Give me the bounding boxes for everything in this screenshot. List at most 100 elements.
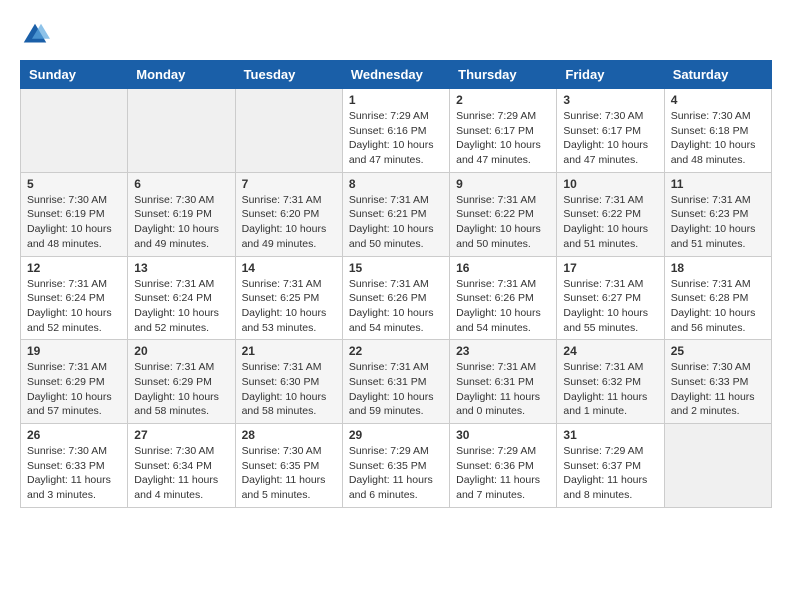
calendar-header-row: SundayMondayTuesdayWednesdayThursdayFrid… [21, 61, 772, 89]
day-info: Sunrise: 7:29 AM Sunset: 6:37 PM Dayligh… [563, 444, 657, 503]
day-info: Sunrise: 7:30 AM Sunset: 6:33 PM Dayligh… [27, 444, 121, 503]
day-info: Sunrise: 7:31 AM Sunset: 6:22 PM Dayligh… [456, 193, 550, 252]
day-info: Sunrise: 7:29 AM Sunset: 6:16 PM Dayligh… [349, 109, 443, 168]
table-row: 14 Sunrise: 7:31 AM Sunset: 6:25 PM Dayli… [235, 256, 342, 340]
day-number: 25 [671, 344, 765, 358]
table-row: 25 Sunrise: 7:30 AM Sunset: 6:33 PM Dayli… [664, 340, 771, 424]
table-row: 9Sunrise: 7:31 AM Sunset: 6:22 PM Daylig… [450, 172, 557, 256]
day-number: 24 [563, 344, 657, 358]
day-number: 17 [563, 261, 657, 275]
table-row: 17 Sunrise: 7:31 AM Sunset: 6:27 PM Dayli… [557, 256, 664, 340]
day-info: Sunrise: 7:30 AM Sunset: 6:19 PM Dayligh… [134, 193, 228, 252]
day-info: Sunrise: 7:31 AM Sunset: 6:27 PM Dayligh… [563, 277, 657, 336]
day-info: Sunrise: 7:31 AM Sunset: 6:32 PM Dayligh… [563, 360, 657, 419]
table-row [128, 89, 235, 173]
table-row: 4 Sunrise: 7:30 AM Sunset: 6:18 PM Daylig… [664, 89, 771, 173]
day-number: 3 [563, 93, 657, 107]
calendar-table: SundayMondayTuesdayWednesdayThursdayFrid… [20, 60, 772, 508]
day-info: Sunrise: 7:31 AM Sunset: 6:22 PM Dayligh… [563, 193, 657, 252]
day-number: 26 [27, 428, 121, 442]
header-saturday: Saturday [664, 61, 771, 89]
table-row: 29Sunrise: 7:29 AM Sunset: 6:35 PM Dayli… [342, 424, 449, 508]
header-monday: Monday [128, 61, 235, 89]
day-info: Sunrise: 7:31 AM Sunset: 6:31 PM Dayligh… [456, 360, 550, 419]
day-number: 4 [671, 93, 765, 107]
header-friday: Friday [557, 61, 664, 89]
calendar-week-row: 19 Sunrise: 7:31 AM Sunset: 6:29 PM Dayli… [21, 340, 772, 424]
day-number: 22 [349, 344, 443, 358]
day-number: 18 [671, 261, 765, 275]
day-number: 21 [242, 344, 336, 358]
day-number: 20 [134, 344, 228, 358]
calendar-week-row: 26 Sunrise: 7:30 AM Sunset: 6:33 PM Dayli… [21, 424, 772, 508]
day-info: Sunrise: 7:30 AM Sunset: 6:18 PM Dayligh… [671, 109, 765, 168]
calendar-week-row: 12 Sunrise: 7:31 AM Sunset: 6:24 PM Dayli… [21, 256, 772, 340]
table-row: 15 Sunrise: 7:31 AM Sunset: 6:26 PM Dayli… [342, 256, 449, 340]
day-number: 19 [27, 344, 121, 358]
day-info: Sunrise: 7:29 AM Sunset: 6:17 PM Dayligh… [456, 109, 550, 168]
table-row: 26 Sunrise: 7:30 AM Sunset: 6:33 PM Dayli… [21, 424, 128, 508]
day-info: Sunrise: 7:31 AM Sunset: 6:25 PM Dayligh… [242, 277, 336, 336]
logo [20, 20, 54, 50]
day-info: Sunrise: 7:29 AM Sunset: 6:35 PM Dayligh… [349, 444, 443, 503]
day-info: Sunrise: 7:31 AM Sunset: 6:28 PM Dayligh… [671, 277, 765, 336]
table-row: 31 Sunrise: 7:29 AM Sunset: 6:37 PM Dayli… [557, 424, 664, 508]
day-info: Sunrise: 7:30 AM Sunset: 6:35 PM Dayligh… [242, 444, 336, 503]
table-row [235, 89, 342, 173]
day-number: 11 [671, 177, 765, 191]
table-row: 24 Sunrise: 7:31 AM Sunset: 6:32 PM Dayli… [557, 340, 664, 424]
day-info: Sunrise: 7:31 AM Sunset: 6:24 PM Dayligh… [134, 277, 228, 336]
day-number: 12 [27, 261, 121, 275]
day-info: Sunrise: 7:30 AM Sunset: 6:33 PM Dayligh… [671, 360, 765, 419]
table-row: 30 Sunrise: 7:29 AM Sunset: 6:36 PM Dayli… [450, 424, 557, 508]
table-row: 2 Sunrise: 7:29 AM Sunset: 6:17 PM Daylig… [450, 89, 557, 173]
day-number: 7 [242, 177, 336, 191]
day-number: 27 [134, 428, 228, 442]
table-row: 23 Sunrise: 7:31 AM Sunset: 6:31 PM Dayli… [450, 340, 557, 424]
day-number: 31 [563, 428, 657, 442]
day-info: Sunrise: 7:31 AM Sunset: 6:29 PM Dayligh… [27, 360, 121, 419]
table-row: 21Sunrise: 7:31 AM Sunset: 6:30 PM Dayli… [235, 340, 342, 424]
table-row: 13 Sunrise: 7:31 AM Sunset: 6:24 PM Dayli… [128, 256, 235, 340]
table-row: 10 Sunrise: 7:31 AM Sunset: 6:22 PM Dayli… [557, 172, 664, 256]
table-row [21, 89, 128, 173]
day-info: Sunrise: 7:31 AM Sunset: 6:26 PM Dayligh… [456, 277, 550, 336]
table-row: 28 Sunrise: 7:30 AM Sunset: 6:35 PM Dayli… [235, 424, 342, 508]
calendar-week-row: 1Sunrise: 7:29 AM Sunset: 6:16 PM Daylig… [21, 89, 772, 173]
day-number: 15 [349, 261, 443, 275]
table-row: 1Sunrise: 7:29 AM Sunset: 6:16 PM Daylig… [342, 89, 449, 173]
day-number: 10 [563, 177, 657, 191]
table-row: 6Sunrise: 7:30 AM Sunset: 6:19 PM Daylig… [128, 172, 235, 256]
table-row: 18 Sunrise: 7:31 AM Sunset: 6:28 PM Dayli… [664, 256, 771, 340]
day-number: 23 [456, 344, 550, 358]
day-info: Sunrise: 7:31 AM Sunset: 6:29 PM Dayligh… [134, 360, 228, 419]
day-number: 30 [456, 428, 550, 442]
header-tuesday: Tuesday [235, 61, 342, 89]
table-row: 16Sunrise: 7:31 AM Sunset: 6:26 PM Dayli… [450, 256, 557, 340]
day-number: 2 [456, 93, 550, 107]
day-info: Sunrise: 7:31 AM Sunset: 6:23 PM Dayligh… [671, 193, 765, 252]
page-header [20, 20, 772, 50]
calendar-week-row: 5 Sunrise: 7:30 AM Sunset: 6:19 PM Daylig… [21, 172, 772, 256]
day-number: 13 [134, 261, 228, 275]
day-number: 5 [27, 177, 121, 191]
day-info: Sunrise: 7:31 AM Sunset: 6:26 PM Dayligh… [349, 277, 443, 336]
day-number: 8 [349, 177, 443, 191]
table-row: 11 Sunrise: 7:31 AM Sunset: 6:23 PM Dayli… [664, 172, 771, 256]
logo-icon [20, 20, 50, 50]
day-info: Sunrise: 7:31 AM Sunset: 6:21 PM Dayligh… [349, 193, 443, 252]
table-row: 27 Sunrise: 7:30 AM Sunset: 6:34 PM Dayli… [128, 424, 235, 508]
day-info: Sunrise: 7:31 AM Sunset: 6:24 PM Dayligh… [27, 277, 121, 336]
table-row: 5Sunrise: 7:30 AM Sunset: 6:19 PM Daylig… [21, 172, 128, 256]
day-info: Sunrise: 7:29 AM Sunset: 6:36 PM Dayligh… [456, 444, 550, 503]
day-info: Sunrise: 7:31 AM Sunset: 6:31 PM Dayligh… [349, 360, 443, 419]
table-row: 8 Sunrise: 7:31 AM Sunset: 6:21 PM Daylig… [342, 172, 449, 256]
header-sunday: Sunday [21, 61, 128, 89]
header-wednesday: Wednesday [342, 61, 449, 89]
table-row: 22 Sunrise: 7:31 AM Sunset: 6:31 PM Dayli… [342, 340, 449, 424]
day-number: 14 [242, 261, 336, 275]
table-row: 7Sunrise: 7:31 AM Sunset: 6:20 PM Daylig… [235, 172, 342, 256]
day-number: 28 [242, 428, 336, 442]
day-info: Sunrise: 7:30 AM Sunset: 6:34 PM Dayligh… [134, 444, 228, 503]
table-row [664, 424, 771, 508]
